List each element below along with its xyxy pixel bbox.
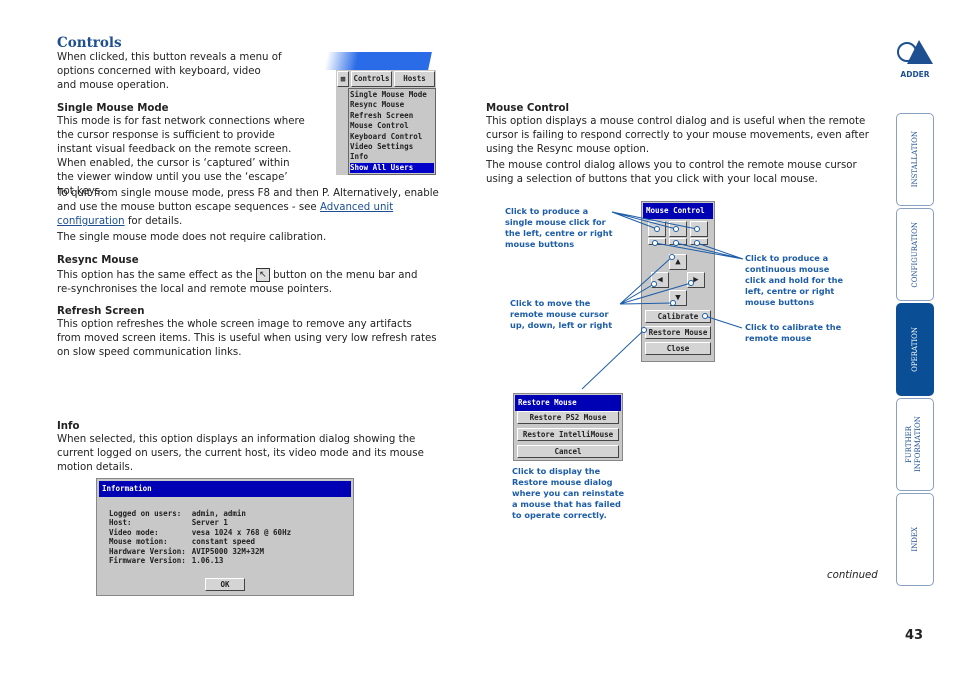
adder-logo: ADDER xyxy=(893,38,937,79)
continued-label: continued xyxy=(827,570,878,581)
tab-label: CONFIGURATION xyxy=(910,221,919,288)
adder-snake-logo-icon xyxy=(897,40,933,64)
tab-label: OPERATION xyxy=(910,327,919,372)
callout-restore: Click to display the Restore mouse dialo… xyxy=(512,466,625,520)
nav-tab-index[interactable]: INDEX xyxy=(896,493,934,586)
callout-single-click: Click to produce a single mouse click fo… xyxy=(505,206,613,249)
nav-tab-installation[interactable]: INSTALLATION xyxy=(896,113,934,206)
tab-label: INSTALLATION xyxy=(910,131,919,188)
nav-tab-further-information[interactable]: FURTHER INFORMATION xyxy=(896,398,934,491)
nav-tab-configuration[interactable]: CONFIGURATION xyxy=(896,208,934,301)
callout-hold-click: Click to produce a continuous mouse clic… xyxy=(745,253,844,307)
nav-tab-operation[interactable]: OPERATION xyxy=(896,303,934,396)
tab-label: FURTHER INFORMATION xyxy=(905,416,922,473)
callout-calibrate: Click to calibrate the remote mouse xyxy=(745,322,842,343)
tab-label: INDEX xyxy=(910,527,919,552)
callout-move: Click to move the remote mouse cursor up… xyxy=(510,298,613,330)
page-number: 43 xyxy=(905,628,924,643)
manual-page: Controls When clicked, this button revea… xyxy=(0,0,954,675)
logo-text: ADDER xyxy=(900,70,930,79)
